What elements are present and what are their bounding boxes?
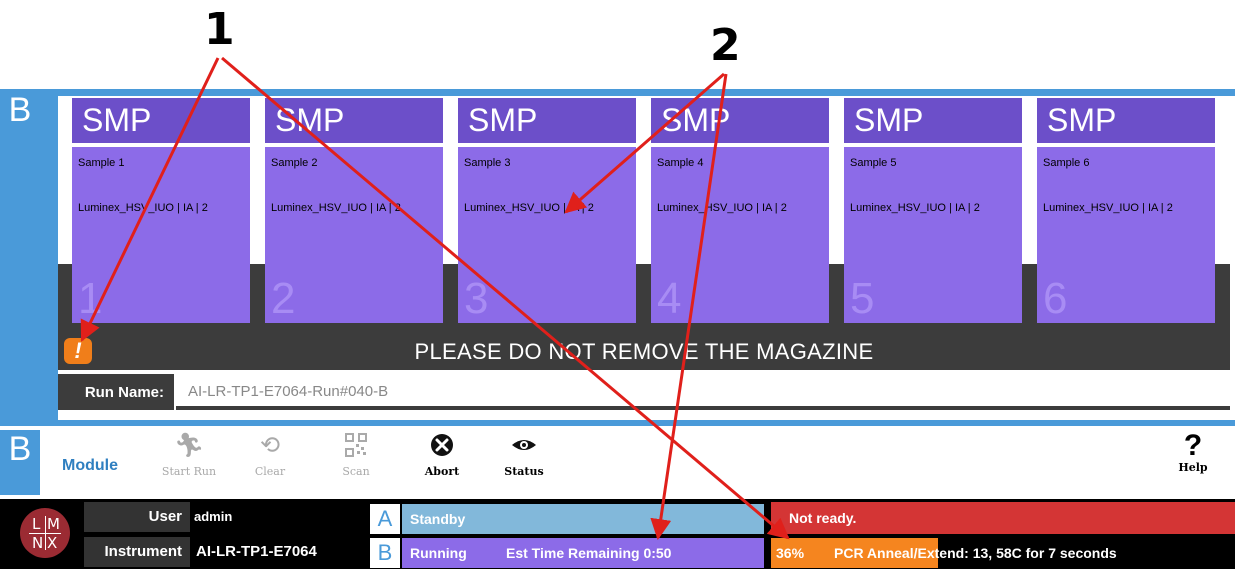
sample-type: SMP — [265, 98, 443, 143]
pcr-step-text: PCR Anneal/Extend: 13, 58C for 7 seconds — [834, 545, 1117, 561]
sample-type: SMP — [458, 98, 636, 143]
slot-number: 3 — [464, 274, 489, 323]
sample-card[interactable]: SMP Sample 2 Luminex_HSV_IUO | IA | 2 2 — [265, 98, 443, 323]
running-man-icon: 🏃︎ — [173, 432, 205, 459]
status-label: Status — [504, 465, 544, 478]
qr-code-icon — [324, 433, 388, 459]
sample-assay: Luminex_HSV_IUO | IA | 2 — [657, 202, 787, 214]
sample-name: Sample 4 — [657, 157, 704, 169]
sample-body: Sample 1 Luminex_HSV_IUO | IA | 2 1 — [72, 147, 250, 323]
callout-2: 2 — [710, 20, 741, 71]
sample-body: Sample 2 Luminex_HSV_IUO | IA | 2 2 — [265, 147, 443, 323]
sample-card[interactable]: SMP Sample 1 Luminex_HSV_IUO | IA | 2 1 — [72, 98, 250, 323]
abort-x-icon — [410, 433, 474, 459]
question-mark-icon: ? — [1183, 429, 1203, 462]
sample-name: Sample 1 — [78, 157, 125, 169]
sample-name: Sample 2 — [271, 157, 318, 169]
toolbar-module-letter: B — [8, 430, 32, 468]
scan-button[interactable]: Scan — [324, 433, 388, 478]
clear-label: Clear — [254, 465, 286, 478]
help-button[interactable]: ? Help — [1161, 429, 1225, 475]
slot-number: 2 — [271, 274, 296, 323]
magazine-warning-banner: PLEASE DO NOT REMOVE THE MAGAZINE — [58, 333, 1230, 370]
toolbar-module-label: Module — [62, 457, 118, 474]
magazine-warning-text: PLEASE DO NOT REMOVE THE MAGAZINE — [414, 338, 874, 364]
abort-button[interactable]: Abort — [410, 433, 474, 478]
start-run-label: Start Run — [161, 465, 217, 478]
logo-letter: X — [47, 534, 58, 552]
sample-assay: Luminex_HSV_IUO | IA | 2 — [271, 202, 401, 214]
estimated-time-remaining: Est Time Remaining 0:50 — [506, 545, 672, 561]
slot-number: 6 — [1043, 274, 1068, 323]
eye-icon — [492, 433, 556, 459]
undo-icon: ⟲ — [259, 432, 281, 459]
sample-name: Sample 6 — [1043, 157, 1090, 169]
sample-body: Sample 3 Luminex_HSV_IUO | IA | 2 3 — [458, 147, 636, 323]
sample-body: Sample 6 Luminex_HSV_IUO | IA | 2 6 — [1037, 147, 1215, 323]
not-ready-status: Not ready. — [771, 502, 1235, 534]
sample-assay: Luminex_HSV_IUO | IA | 2 — [464, 202, 594, 214]
run-name-label: Run Name: — [58, 374, 174, 410]
slot-number: 1 — [78, 274, 103, 323]
logo-letter: M — [47, 515, 60, 533]
sample-card[interactable]: SMP Sample 4 Luminex_HSV_IUO | IA | 2 4 — [651, 98, 829, 323]
abort-label: Abort — [424, 465, 460, 478]
luminex-logo: L M N X — [20, 508, 70, 558]
logo-letter: L — [32, 515, 41, 533]
slot-number: 5 — [850, 274, 875, 323]
sample-assay: Luminex_HSV_IUO | IA | 2 — [1043, 202, 1173, 214]
run-name-underline — [176, 406, 1230, 410]
sample-name: Sample 5 — [850, 157, 897, 169]
sample-body: Sample 5 Luminex_HSV_IUO | IA | 2 5 — [844, 147, 1022, 323]
instrument-label: Instrument — [84, 537, 190, 567]
slot-number: 4 — [657, 274, 682, 323]
clear-button[interactable]: ⟲ Clear — [238, 432, 302, 479]
status-button[interactable]: Status — [492, 433, 556, 478]
help-label: Help — [1178, 461, 1208, 474]
module-a-status[interactable]: Standby — [402, 504, 764, 534]
logo-letter: N — [32, 534, 44, 552]
sample-body: Sample 4 Luminex_HSV_IUO | IA | 2 4 — [651, 147, 829, 323]
sample-type: SMP — [651, 98, 829, 143]
sample-name: Sample 3 — [464, 157, 511, 169]
module-a-letter: A — [370, 504, 400, 534]
module-b-status-letter: B — [370, 538, 400, 568]
start-run-button[interactable]: 🏃︎ Start Run — [157, 432, 221, 479]
run-name-value: AI-LR-TP1-E7064-Run#040-B — [188, 383, 389, 400]
user-label: User — [84, 502, 190, 532]
pcr-progress-percent: 36% — [776, 545, 805, 561]
sample-type: SMP — [1037, 98, 1215, 143]
sample-card[interactable]: SMP Sample 3 Luminex_HSV_IUO | IA | 2 3 — [458, 98, 636, 323]
lock-warning-icon: ! — [64, 338, 92, 364]
callout-1: 1 — [204, 4, 235, 55]
sample-assay: Luminex_HSV_IUO | IA | 2 — [850, 202, 980, 214]
user-value: admin — [194, 509, 233, 524]
module-b-letter: B — [8, 91, 32, 129]
scan-label: Scan — [342, 465, 370, 478]
sample-assay: Luminex_HSV_IUO | IA | 2 — [78, 202, 208, 214]
sample-type: SMP — [72, 98, 250, 143]
sample-card[interactable]: SMP Sample 5 Luminex_HSV_IUO | IA | 2 5 — [844, 98, 1022, 323]
sample-card[interactable]: SMP Sample 6 Luminex_HSV_IUO | IA | 2 6 — [1037, 98, 1215, 323]
instrument-value: AI-LR-TP1-E7064 — [196, 543, 317, 560]
sample-type: SMP — [844, 98, 1022, 143]
